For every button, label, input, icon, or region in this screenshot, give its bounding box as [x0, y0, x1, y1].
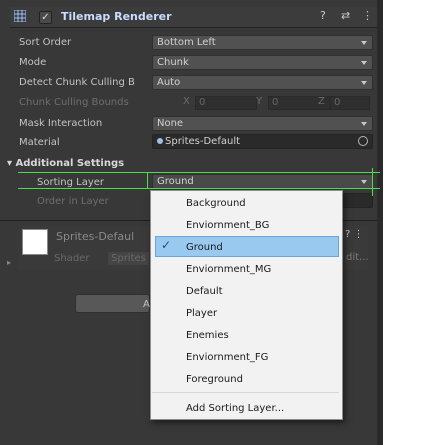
menu-item-selected-highlight [155, 236, 339, 257]
chevron-down-icon [361, 41, 367, 45]
bounds-z-field[interactable]: 0 [330, 96, 370, 110]
component-title: Tilemap Renderer [61, 10, 172, 23]
shader-label: Shader [54, 253, 90, 264]
sorting-layer-value: Ground [157, 176, 194, 187]
menu-item-enviornment-mg[interactable]: Enviornment_MG [186, 264, 271, 275]
menu-item-enemies[interactable]: Enemies [186, 330, 229, 341]
mode-dropdown[interactable]: Chunk [152, 55, 373, 70]
material-value: Sprites-Default [165, 136, 241, 147]
menu-item-add-sorting-layer[interactable]: Add Sorting Layer... [186, 403, 284, 414]
menu-item-player[interactable]: Player [186, 308, 217, 319]
panel-edge [377, 0, 383, 445]
add-component-label-fragment: A [143, 299, 150, 310]
help-icon[interactable]: ? [320, 9, 326, 22]
annotation-line-top [18, 172, 380, 173]
material-preview-name: Sprites-Defaul [56, 230, 135, 243]
material-swatch [22, 229, 48, 255]
menu-item-enviornment-fg[interactable]: Enviornment_FG [186, 352, 268, 363]
material-dot-icon [157, 138, 163, 144]
sort-order-label: Sort Order [19, 37, 72, 48]
presets-icon[interactable]: ⇄ [341, 9, 350, 22]
add-component-button[interactable] [75, 294, 150, 313]
preview-expand-arrow-icon[interactable]: ▸ [7, 258, 11, 267]
mode-value: Chunk [157, 57, 189, 68]
menu-item-ground[interactable]: Ground [186, 242, 223, 253]
chevron-down-icon [361, 81, 367, 85]
sort-order-value: Bottom Left [157, 37, 216, 48]
menu-item-default[interactable]: Default [186, 286, 223, 297]
bounds-x-label: X [183, 96, 190, 107]
detect-culling-value: Auto [157, 77, 181, 88]
bounds-y-label: Y [256, 96, 263, 107]
material-field[interactable]: Sprites-Default [152, 134, 373, 149]
bounds-x-field[interactable]: 0 [195, 96, 257, 110]
mode-label: Mode [19, 57, 47, 68]
annotation-line-divider [147, 172, 148, 189]
order-in-layer-label: Order in Layer [37, 196, 109, 207]
shader-edit-button[interactable]: dit... [346, 252, 369, 263]
menu-item-enviornment-bg[interactable]: Enviornment_BG [186, 220, 269, 231]
object-picker-icon[interactable] [358, 136, 368, 146]
chevron-down-icon [361, 122, 367, 126]
annotation-line-right [372, 168, 373, 196]
sort-order-dropdown[interactable]: Bottom Left [152, 35, 373, 50]
sorting-layer-label: Sorting Layer [37, 177, 105, 188]
additional-settings-label: Additional Settings [15, 158, 125, 169]
material-tools-icon[interactable]: ? ⋮ [345, 229, 364, 240]
sorting-layer-dropdown[interactable]: Ground [152, 174, 373, 189]
component-enabled-checkbox[interactable]: ✓ [39, 11, 52, 24]
component-menu-icon[interactable]: ⋮ [362, 9, 373, 22]
mask-interaction-label: Mask Interaction [19, 118, 103, 129]
culling-bounds-label: Chunk Culling Bounds [19, 97, 129, 108]
mask-interaction-dropdown[interactable]: None [152, 116, 373, 131]
annotation-line-bottom [18, 188, 380, 189]
check-icon: ✓ [161, 238, 172, 252]
mask-interaction-value: None [157, 118, 184, 129]
additional-settings-foldout[interactable]: ▾ Additional Settings [7, 158, 124, 169]
menu-item-background[interactable]: Background [186, 198, 246, 209]
chevron-down-icon [361, 180, 367, 184]
material-label: Material [19, 137, 60, 148]
chevron-down-icon [361, 61, 367, 65]
menu-item-foreground[interactable]: Foreground [186, 374, 243, 385]
shader-dropdown[interactable]: Sprites [108, 252, 149, 265]
detect-culling-label: Detect Chunk Culling B [19, 77, 135, 88]
detect-culling-dropdown[interactable]: Auto [152, 75, 373, 90]
menu-divider [152, 392, 339, 393]
bounds-z-label: Z [318, 96, 325, 107]
tilemap-grid-icon [14, 10, 26, 22]
